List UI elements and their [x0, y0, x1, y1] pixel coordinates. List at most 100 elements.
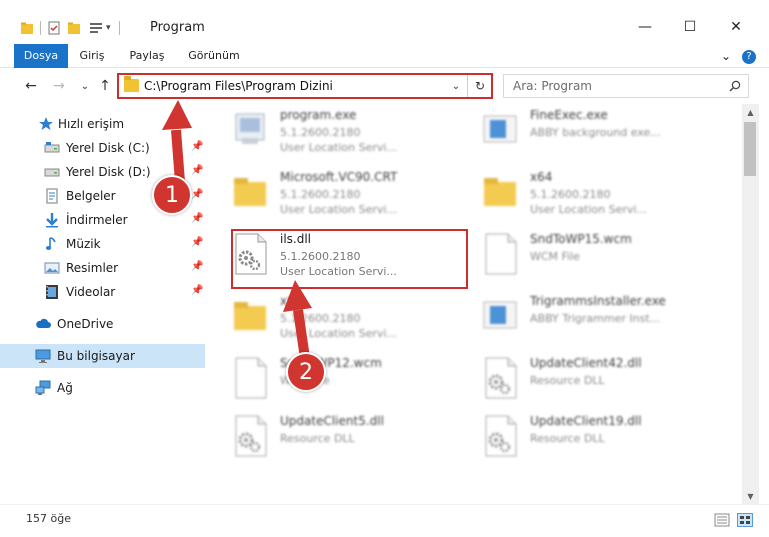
- up-button[interactable]: ↑: [94, 76, 116, 96]
- sidebar-item-label: Hızlı erişim: [58, 117, 125, 131]
- item-count: 157 öğe: [26, 512, 71, 525]
- ribbon: Dosya Giriş Paylaş Görünüm ⌄ ?: [0, 44, 769, 68]
- file-name: x64: [530, 170, 553, 184]
- network-icon: [35, 380, 51, 395]
- sidebar-item-label: Resimler: [66, 261, 119, 275]
- file-description: User Location Servi...: [280, 141, 397, 154]
- address-dropdown-icon[interactable]: ⌄: [449, 78, 463, 94]
- title-bar: ▾ Program — ☐ ✕: [0, 0, 769, 44]
- tab-home[interactable]: Giriş: [74, 44, 110, 68]
- tab-file[interactable]: Dosya: [14, 44, 68, 68]
- scroll-down-icon[interactable]: ▼: [742, 488, 759, 504]
- sidebar-item-label: Ağ: [57, 381, 73, 395]
- address-bar[interactable]: C:\Program Files\Program Dizini ⌄ ↻: [117, 73, 493, 99]
- sidebar-item-label: Müzik: [66, 237, 101, 251]
- new-folder-icon[interactable]: [67, 21, 81, 35]
- address-path[interactable]: C:\Program Files\Program Dizini: [144, 79, 333, 93]
- sidebar-item-network[interactable]: Ağ: [0, 376, 205, 400]
- sidebar-item-pictures[interactable]: Resimler 📌: [0, 256, 205, 280]
- file-name: x86: [280, 294, 303, 308]
- refresh-icon[interactable]: ↻: [471, 77, 489, 95]
- pin-icon[interactable]: 📌: [191, 261, 203, 272]
- close-button[interactable]: ✕: [721, 14, 751, 40]
- file-version: ABBY Trigrammer Inst...: [530, 312, 661, 325]
- navigation-pane: Hızlı erişim Yerel Disk (C:) 📌 Yerel Dis…: [0, 104, 206, 504]
- tab-share[interactable]: Paylaş: [124, 44, 170, 68]
- file-item[interactable]: UpdateClient5.dll Resource DLL: [230, 410, 460, 466]
- recent-locations-button[interactable]: ⌄: [74, 76, 96, 96]
- search-input[interactable]: Ara: Program: [513, 79, 592, 93]
- folder-icon: [230, 294, 270, 338]
- ribbon-expand-icon[interactable]: ⌄: [718, 44, 734, 68]
- file-name: program.exe: [280, 108, 357, 122]
- file-item[interactable]: Microsoft.VC90.CRT 5.1.2600.2180 User Loca…: [230, 166, 460, 222]
- file-name: Microsoft.VC90.CRT: [280, 170, 398, 184]
- minimize-button[interactable]: —: [630, 14, 660, 40]
- forward-button[interactable]: →: [48, 76, 70, 96]
- details-view-icon[interactable]: [714, 513, 730, 527]
- file-item[interactable]: FineExec.exe ABBY background exe...: [480, 104, 710, 160]
- pin-icon[interactable]: 📌: [191, 213, 203, 224]
- cloud-icon: [36, 318, 51, 328]
- callout-marker-2: 2: [286, 352, 326, 392]
- tiles-view-icon[interactable]: [737, 513, 753, 527]
- file-item[interactable]: UpdateClient19.dll Resource DLL: [480, 410, 710, 466]
- toolbar-divider: [118, 21, 120, 35]
- sidebar-item-onedrive[interactable]: OneDrive: [0, 312, 205, 336]
- dll-icon: [230, 414, 270, 458]
- search-box[interactable]: Ara: Program: [503, 74, 749, 98]
- file-list: program.exe 5.1.2600.2180 User Location Se…: [206, 104, 742, 504]
- file-version: 5.1.2600.2180: [280, 188, 361, 201]
- scroll-thumb[interactable]: [744, 122, 756, 176]
- file-item[interactable]: UpdateClient42.dll Resource DLL: [480, 352, 710, 408]
- drive-icon: [44, 142, 60, 153]
- exe-icon: [230, 108, 270, 152]
- quick-access-toolbar: ▾: [20, 18, 128, 38]
- back-button[interactable]: ←: [20, 76, 42, 96]
- file-item[interactable]: x86 5.1.2600.2180 User Location Servi...: [230, 290, 460, 346]
- sidebar-item-label: Bu bilgisayar: [57, 349, 135, 363]
- file-version: Resource DLL: [530, 374, 605, 387]
- file-name: SndToWP15.wcm: [530, 232, 632, 246]
- customize-dropdown-icon[interactable]: ▾: [106, 23, 111, 33]
- app-icon: [480, 294, 520, 338]
- pin-icon[interactable]: 📌: [191, 285, 203, 296]
- sidebar-item-quick-access[interactable]: Hızlı erişim: [0, 112, 205, 136]
- pin-icon[interactable]: 📌: [191, 141, 203, 152]
- pin-icon[interactable]: 📌: [191, 189, 203, 200]
- file-item[interactable]: SndToWP15.wcm WCM File: [480, 228, 710, 284]
- file-item[interactable]: program.exe 5.1.2600.2180 User Location Se…: [230, 104, 460, 160]
- sidebar-item-this-pc[interactable]: Bu bilgisayar: [0, 344, 205, 368]
- address-divider: [467, 75, 468, 97]
- maximize-button[interactable]: ☐: [675, 14, 705, 40]
- sidebar-item-label: Belgeler: [66, 189, 116, 203]
- file-item[interactable]: TrigrammsInstaller.exe ABBY Trigrammer In…: [480, 290, 710, 346]
- file-item[interactable]: SndToWP12.wcmWCM File: [230, 352, 460, 408]
- star-icon: [39, 117, 53, 130]
- dll-icon: [480, 414, 520, 458]
- navigation-bar: ← → ⌄ ↑ C:\Program Files\Program Dizini …: [0, 68, 769, 104]
- documents-icon: [46, 188, 58, 204]
- file-icon: [480, 232, 520, 276]
- search-icon[interactable]: [729, 80, 741, 92]
- sidebar-item-music[interactable]: Müzik 📌: [0, 232, 205, 256]
- pin-icon[interactable]: 📌: [191, 237, 203, 248]
- folder-icon[interactable]: [20, 21, 34, 35]
- sidebar-item-local-disk-c[interactable]: Yerel Disk (C:) 📌: [0, 136, 205, 160]
- toolbar-divider: [40, 21, 41, 35]
- sidebar-item-label: İndirmeler: [66, 213, 128, 227]
- help-icon[interactable]: ?: [741, 44, 757, 68]
- scroll-up-icon[interactable]: ▲: [742, 104, 759, 120]
- properties-icon[interactable]: [47, 21, 61, 35]
- selected-file-highlight: [231, 229, 468, 289]
- vertical-scrollbar[interactable]: ▲ ▼: [742, 104, 759, 504]
- status-bar: 157 öğe: [0, 504, 769, 537]
- file-version: ABBY background exe...: [530, 126, 661, 139]
- videos-icon: [46, 285, 58, 299]
- file-name: UpdateClient42.dll: [530, 356, 642, 370]
- pin-icon[interactable]: 📌: [191, 165, 203, 176]
- customize-icon[interactable]: [89, 21, 103, 35]
- sidebar-item-videos[interactable]: Videolar 📌: [0, 280, 205, 304]
- file-item[interactable]: x64 5.1.2600.2180 User Location Servi...: [480, 166, 710, 222]
- tab-view[interactable]: Görünüm: [186, 44, 242, 68]
